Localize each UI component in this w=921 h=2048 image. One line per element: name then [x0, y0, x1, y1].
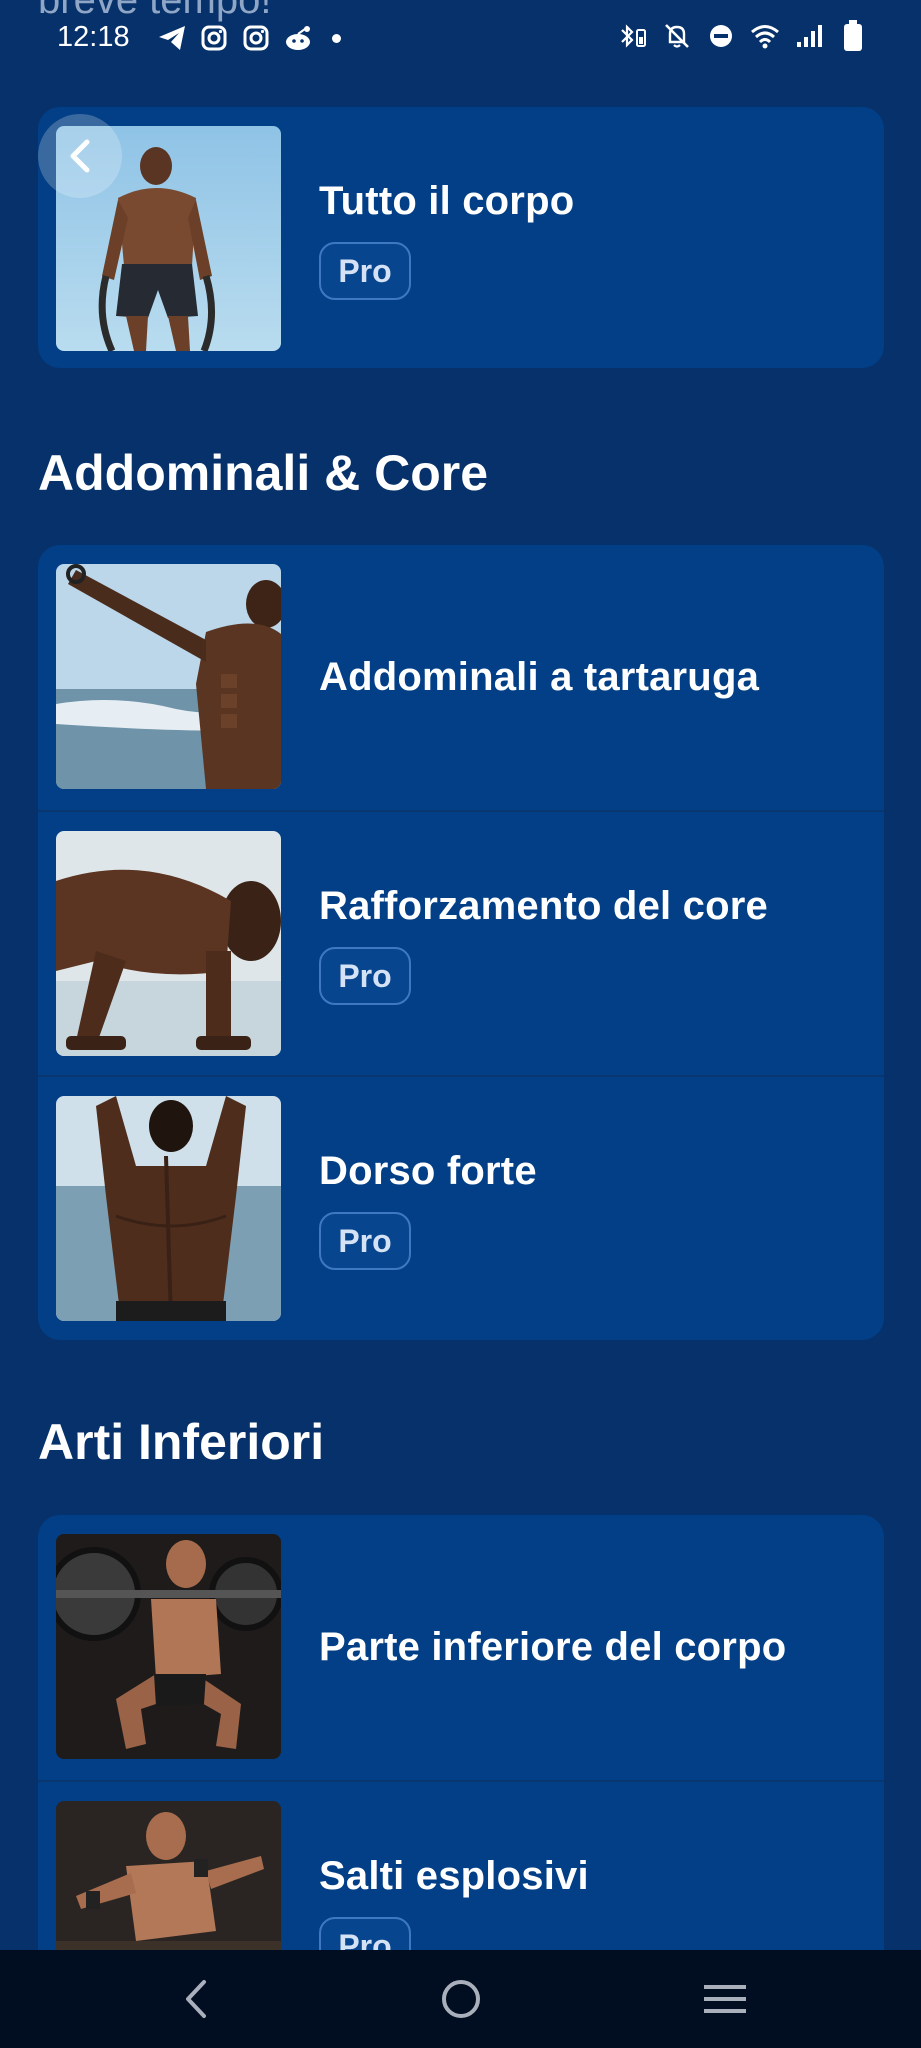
workout-row[interactable]: Dorso forte Pro: [38, 1075, 884, 1340]
system-navigation-bar: [0, 1950, 921, 2048]
recents-icon[interactable]: [700, 1974, 750, 2024]
workout-row[interactable]: Rafforzamento del core Pro: [38, 810, 884, 1075]
chevron-left-icon: [70, 139, 90, 173]
workout-card-full-body[interactable]: Tutto il corpo Pro: [38, 107, 884, 368]
workout-image: [56, 1534, 281, 1759]
do-not-disturb-icon: [705, 20, 737, 52]
instagram-icon: [240, 22, 272, 54]
workout-title: Parte inferiore del corpo: [319, 1625, 787, 1669]
mute-icon: [661, 20, 693, 52]
wifi-icon: [749, 20, 781, 52]
back-icon[interactable]: [170, 1974, 220, 2024]
workout-image: [56, 564, 281, 789]
telegram-icon: [156, 22, 188, 54]
workout-title: Tutto il corpo: [319, 179, 575, 223]
notification-dot-icon: [332, 33, 341, 43]
workout-image: [56, 1096, 281, 1321]
workout-title: Salti esplosivi: [319, 1854, 589, 1898]
status-system-icons: [617, 20, 869, 52]
reddit-icon: [282, 22, 314, 54]
signal-icon: [793, 20, 825, 52]
section-title-abs-core: Addominali & Core: [38, 445, 489, 501]
status-time: 12:18: [57, 21, 130, 53]
pro-badge: Pro: [319, 1212, 411, 1270]
pro-badge: Pro: [319, 242, 411, 300]
bluetooth-battery-icon: [617, 20, 649, 52]
home-icon[interactable]: [436, 1974, 486, 2024]
pro-badge: Pro: [319, 947, 411, 1005]
workout-title: Rafforzamento del core: [319, 884, 768, 928]
status-bar: 12:18: [0, 14, 921, 62]
workout-image: [56, 831, 281, 1056]
instagram-icon: [198, 22, 230, 54]
workout-card-abs-core: Addominali a tartaruga Rafforzamento del…: [38, 545, 884, 1340]
workout-list-screen: breve tempo! 12:18 Tutto il corpo Pro Ad…: [0, 0, 921, 2048]
section-title-lower-limbs: Arti Inferiori: [38, 1414, 325, 1470]
status-notification-icons: [156, 22, 341, 54]
workout-title: Addominali a tartaruga: [319, 655, 760, 699]
workout-row[interactable]: Parte inferiore del corpo: [38, 1515, 884, 1780]
workout-row[interactable]: Addominali a tartaruga: [38, 545, 884, 810]
workout-title: Dorso forte: [319, 1149, 537, 1193]
workout-row[interactable]: Tutto il corpo Pro: [38, 107, 884, 368]
back-button[interactable]: [38, 114, 122, 198]
battery-icon: [837, 20, 869, 52]
